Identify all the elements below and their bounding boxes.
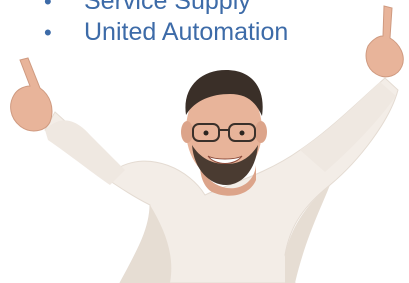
left-ear [181,121,193,143]
right-hand [365,5,404,78]
man-cheering-icon [10,5,404,283]
right-eye [239,130,245,136]
left-eye [203,130,209,136]
left-hand [10,57,53,132]
left-sleeve [45,120,125,185]
right-ear [255,121,267,143]
